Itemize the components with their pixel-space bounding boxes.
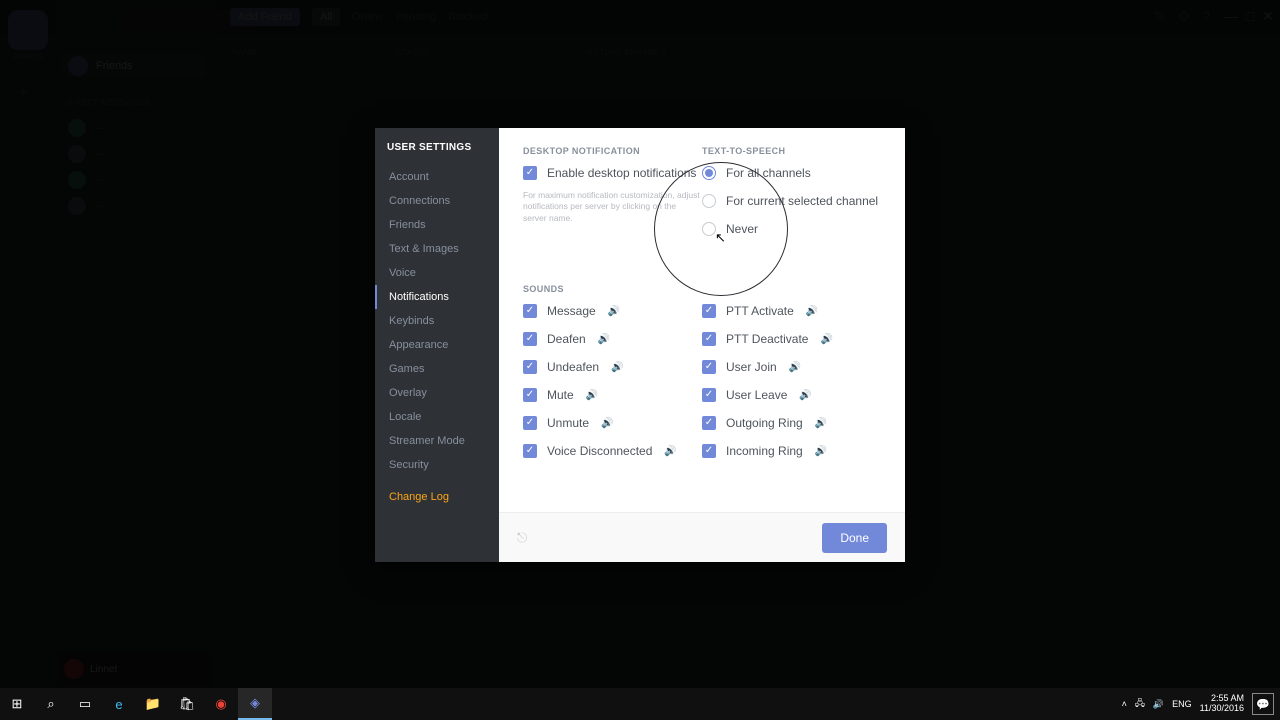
checkbox-sound-outgoing-ring[interactable]: Outgoing Ring🔊 bbox=[702, 416, 881, 430]
task-view-button[interactable]: ▭ bbox=[68, 688, 102, 720]
settings-title: USER SETTINGS bbox=[387, 142, 499, 153]
start-button[interactable]: ⊞ bbox=[0, 688, 34, 720]
done-button[interactable]: Done bbox=[822, 523, 887, 553]
radio-tts-never[interactable]: Never bbox=[702, 222, 881, 236]
nav-locale[interactable]: Locale bbox=[375, 405, 499, 429]
checkbox-sound-ptt-deactivate[interactable]: PTT Deactivate🔊 bbox=[702, 332, 881, 346]
taskbar-explorer[interactable]: 📁 bbox=[136, 688, 170, 720]
nav-friends[interactable]: Friends bbox=[375, 213, 499, 237]
nav-change-log[interactable]: Change Log bbox=[375, 485, 499, 509]
settings-nav: USER SETTINGS Account Connections Friend… bbox=[375, 128, 499, 562]
nav-connections[interactable]: Connections bbox=[375, 189, 499, 213]
sound-preview-icon[interactable]: 🔊 bbox=[608, 306, 620, 317]
checkbox-sound-mute[interactable]: Mute🔊 bbox=[523, 388, 702, 402]
logout-icon[interactable]: ⎋ bbox=[517, 530, 527, 546]
sound-preview-icon[interactable]: 🔊 bbox=[815, 418, 827, 429]
windows-taskbar: ⊞ ⌕ ▭ e 📁 🛍 ◉ ◈ ˄ 🖧 🔊 ENG 2:55 AM11/30/2… bbox=[0, 688, 1280, 720]
taskbar-store[interactable]: 🛍 bbox=[170, 688, 204, 720]
sound-preview-icon[interactable]: 🔊 bbox=[611, 362, 623, 373]
tray-action-center-icon[interactable]: 💬 bbox=[1252, 693, 1274, 715]
checkbox-sound-incoming-ring[interactable]: Incoming Ring🔊 bbox=[702, 444, 881, 458]
checkbox-label: Enable desktop notifications bbox=[547, 166, 696, 180]
tray-network-icon[interactable]: 🖧 bbox=[1135, 696, 1145, 712]
radio-icon bbox=[702, 166, 716, 180]
sound-preview-icon[interactable]: 🔊 bbox=[806, 306, 818, 317]
radio-label: Never bbox=[726, 222, 758, 236]
checkbox-sound-undeafen[interactable]: Undeafen🔊 bbox=[523, 360, 702, 374]
nav-voice[interactable]: Voice bbox=[375, 261, 499, 285]
nav-security[interactable]: Security bbox=[375, 453, 499, 477]
nav-streamer-mode[interactable]: Streamer Mode bbox=[375, 429, 499, 453]
nav-keybinds[interactable]: Keybinds bbox=[375, 309, 499, 333]
sound-preview-icon[interactable]: 🔊 bbox=[586, 390, 598, 401]
taskbar-discord[interactable]: ◈ bbox=[238, 688, 272, 720]
nav-text-images[interactable]: Text & Images bbox=[375, 237, 499, 261]
sound-preview-icon[interactable]: 🔊 bbox=[820, 334, 832, 345]
nav-overlay[interactable]: Overlay bbox=[375, 381, 499, 405]
radio-icon bbox=[702, 194, 716, 208]
tray-chevron-icon[interactable]: ˄ bbox=[1122, 699, 1127, 709]
tray-volume-icon[interactable]: 🔊 bbox=[1153, 699, 1164, 710]
nav-games[interactable]: Games bbox=[375, 357, 499, 381]
sound-preview-icon[interactable]: 🔊 bbox=[664, 446, 676, 457]
radio-label: For current selected channel bbox=[726, 194, 878, 208]
sound-preview-icon[interactable]: 🔊 bbox=[815, 446, 827, 457]
nav-account[interactable]: Account bbox=[375, 165, 499, 189]
section-tts-header: TEXT-TO-SPEECH bbox=[702, 146, 881, 156]
section-sounds-header: SOUNDS bbox=[523, 284, 881, 294]
search-button[interactable]: ⌕ bbox=[34, 688, 68, 720]
tray-clock[interactable]: 2:55 AM11/30/2016 bbox=[1200, 694, 1244, 714]
checkbox-sound-ptt-activate[interactable]: PTT Activate🔊 bbox=[702, 304, 881, 318]
checkbox-sound-message[interactable]: Message🔊 bbox=[523, 304, 702, 318]
radio-tts-all-channels[interactable]: For all channels bbox=[702, 166, 881, 180]
checkbox-sound-user-leave[interactable]: User Leave🔊 bbox=[702, 388, 881, 402]
desktop-note: For maximum notification customization, … bbox=[523, 190, 702, 224]
sound-preview-icon[interactable]: 🔊 bbox=[598, 334, 610, 345]
checkbox-sound-deafen[interactable]: Deafen🔊 bbox=[523, 332, 702, 346]
checkbox-sound-voice-disconnected[interactable]: Voice Disconnected🔊 bbox=[523, 444, 702, 458]
taskbar-edge[interactable]: e bbox=[102, 688, 136, 720]
system-tray[interactable]: ˄ 🖧 🔊 ENG 2:55 AM11/30/2016 💬 bbox=[1122, 688, 1274, 720]
sound-preview-icon[interactable]: 🔊 bbox=[601, 418, 613, 429]
checkbox-enable-desktop-notifications[interactable]: Enable desktop notifications bbox=[523, 166, 702, 180]
checkbox-sound-user-join[interactable]: User Join🔊 bbox=[702, 360, 881, 374]
sound-preview-icon[interactable]: 🔊 bbox=[789, 362, 801, 373]
sound-preview-icon[interactable]: 🔊 bbox=[799, 390, 811, 401]
nav-notifications[interactable]: Notifications bbox=[375, 285, 499, 309]
radio-label: For all channels bbox=[726, 166, 811, 180]
tray-language[interactable]: ENG bbox=[1172, 699, 1192, 709]
radio-icon bbox=[702, 222, 716, 236]
user-settings-modal: USER SETTINGS Account Connections Friend… bbox=[375, 128, 905, 562]
check-icon bbox=[523, 166, 537, 180]
section-desktop-header: DESKTOP NOTIFICATION bbox=[523, 146, 702, 156]
taskbar-chrome[interactable]: ◉ bbox=[204, 688, 238, 720]
radio-tts-current-channel[interactable]: For current selected channel bbox=[702, 194, 881, 208]
checkbox-sound-unmute[interactable]: Unmute🔊 bbox=[523, 416, 702, 430]
nav-appearance[interactable]: Appearance bbox=[375, 333, 499, 357]
